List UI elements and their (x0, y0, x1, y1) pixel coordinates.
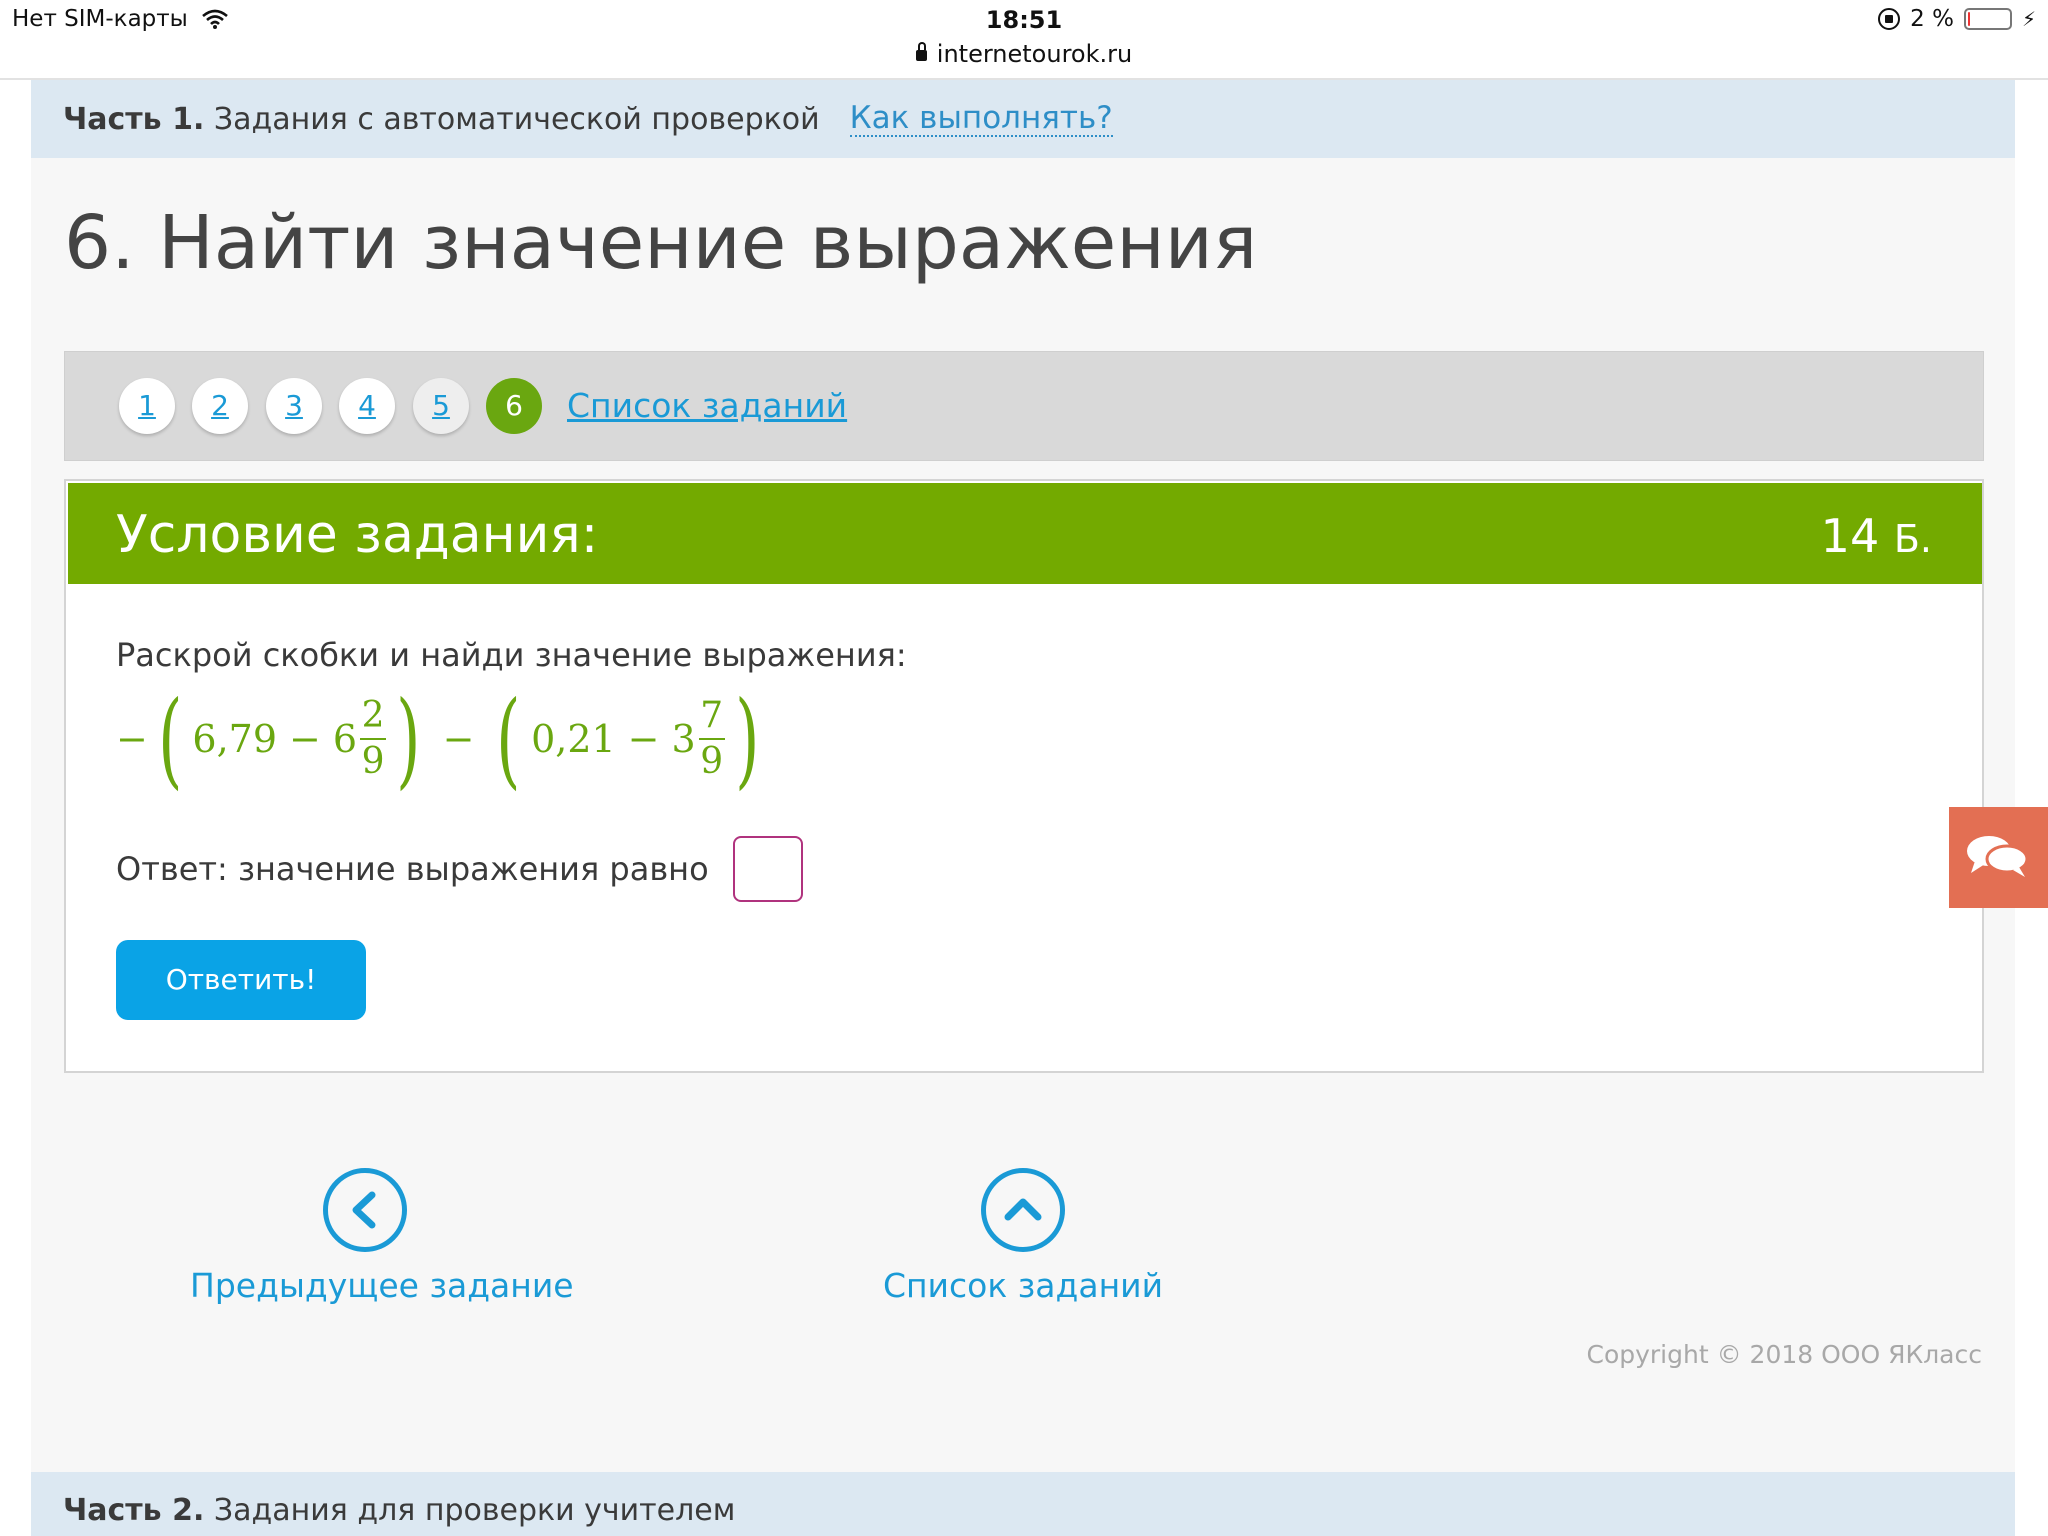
submit-button[interactable]: Ответить! (116, 940, 366, 1020)
task-list-link[interactable]: Список заданий (567, 386, 847, 425)
part2-prefix: Часть 2. (63, 1492, 205, 1528)
fraction-numerator: 7 (700, 695, 724, 736)
pager-item-1[interactable]: 1 (119, 378, 175, 434)
part2-label: Часть 2. Задания для проверки учителем (63, 1493, 735, 1528)
pager-item-5[interactable]: 5 (413, 378, 469, 434)
task-points: 14 Б. (1821, 509, 1932, 563)
fraction: 7 9 (698, 694, 725, 784)
part1-label: Часть 1. Задания с автоматической провер… (63, 102, 820, 137)
battery-icon (1963, 8, 2012, 30)
rotation-lock-icon (1878, 8, 1901, 30)
left-paren: ( (157, 678, 183, 800)
address-bar[interactable]: internetourok.ru (0, 40, 2048, 68)
prev-task-button[interactable]: Предыдущее задание (190, 1168, 574, 1305)
status-right: 2 % ⚡ (1878, 6, 2036, 32)
lock-icon (915, 41, 927, 61)
part2-title: Задания для проверки учителем (213, 1492, 736, 1528)
battery-fill (1967, 12, 1970, 26)
prev-circle[interactable] (323, 1168, 407, 1252)
list-circle[interactable] (981, 1168, 1065, 1252)
formula-term: 0,21 (531, 717, 616, 761)
fraction-numerator: 2 (361, 695, 385, 736)
mixed-whole: 6 (332, 717, 358, 761)
task-card: Условие задания: 14 Б. Раскрой скобки и … (64, 479, 1984, 1073)
how-to-link[interactable]: Как выполнять? (849, 101, 1113, 137)
pager-item-6[interactable]: 6 (486, 378, 542, 434)
chat-bubbles-icon (1967, 836, 2029, 877)
answer-input[interactable] (732, 836, 803, 902)
part1-bar: Часть 1. Задания с автоматической провер… (31, 80, 2015, 158)
prev-task-label[interactable]: Предыдущее задание (190, 1266, 574, 1305)
task-header-title: Условие задания: (116, 505, 599, 565)
formula-minus: − (116, 717, 148, 761)
chevron-up-icon (1004, 1198, 1042, 1221)
formula-minus: − (627, 717, 660, 761)
status-bar: Нет SIM-карты 18:51 internetourok.ru 2 %… (0, 0, 2048, 80)
formula-minus: − (289, 717, 321, 761)
part1-title: Задания с автоматической проверкой (213, 101, 820, 137)
clock: 18:51 (985, 6, 1063, 34)
mixed-whole: 3 (671, 717, 696, 761)
pager-item-4[interactable]: 4 (339, 378, 395, 434)
fraction-denominator: 9 (700, 741, 724, 782)
formula-term: 6,79 (192, 717, 278, 761)
battery-percent: 2 % (1910, 6, 1954, 32)
task-pager: 1 2 3 4 5 6 Список заданий (64, 351, 1984, 461)
task-list-label[interactable]: Список заданий (873, 1266, 1173, 1305)
formula-minus: − (442, 717, 475, 761)
points-unit: Б. (1893, 517, 1932, 561)
page-title: 6. Найти значение выражения (64, 200, 1258, 286)
part2-bar: Часть 2. Задания для проверки учителем (31, 1472, 2015, 1536)
fraction-denominator: 9 (361, 741, 385, 782)
points-value: 14 (1820, 509, 1880, 563)
chat-tab[interactable] (1949, 807, 2048, 908)
task-list-button[interactable]: Список заданий (873, 1168, 1173, 1305)
url-text: internetourok.ru (936, 40, 1133, 68)
charging-icon: ⚡ (2021, 7, 2036, 31)
right-paren: ) (734, 678, 760, 800)
left-paren: ( (496, 678, 521, 800)
copyright: Copyright © 2018 ООО ЯКласс (1586, 1340, 1982, 1369)
answer-label: Ответ: значение выражения равно (116, 850, 709, 888)
pager-item-3[interactable]: 3 (266, 378, 322, 434)
pager-item-2[interactable]: 2 (192, 378, 248, 434)
task-text: Раскрой скобки и найди значение выражени… (116, 636, 907, 674)
right-paren: ) (396, 678, 421, 800)
part1-prefix: Часть 1. (63, 101, 205, 137)
math-expression: − ( 6,79 − 6 2 9 ) − ( 0,21 − 3 7 9 ) (116, 679, 769, 799)
chevron-left-icon (352, 1191, 376, 1229)
answer-row: Ответ: значение выражения равно (116, 836, 803, 902)
fraction: 2 9 (360, 694, 387, 784)
task-header: Условие задания: 14 Б. (68, 483, 1982, 584)
